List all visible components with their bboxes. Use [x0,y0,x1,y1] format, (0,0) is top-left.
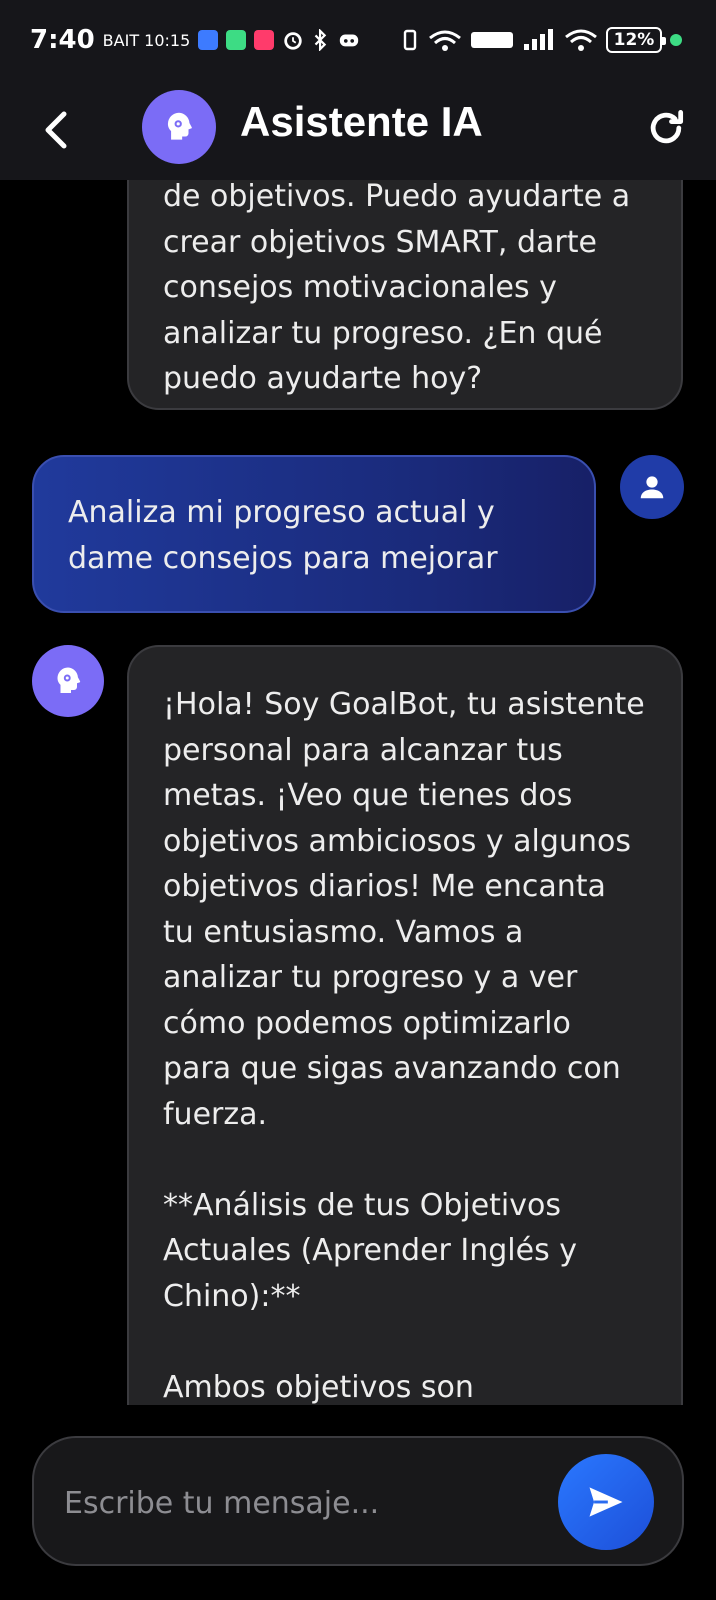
app-header: Asistente IA [0,80,716,180]
refresh-icon [650,110,684,144]
notification-media-icon [254,30,275,50]
notification-chat-icon [226,30,247,50]
battery-indicator: 12% [606,27,666,53]
notification-app-icon [198,30,219,50]
page-title: Asistente IA [240,98,483,145]
discord-icon [340,34,359,47]
refresh-button[interactable] [644,106,688,150]
send-button[interactable] [558,1454,654,1550]
status-carrier-overlay: BAIT 10:15 [102,30,191,50]
status-time: 7:40 [30,25,95,55]
assistant-avatar [142,90,216,164]
assistant-avatar [32,645,104,717]
wifi-signal-icon [429,30,461,51]
brain-head-icon [167,112,192,140]
cell-signal-icon [524,29,553,50]
message-input[interactable] [64,1468,534,1538]
user-message: Analiza mi progreso actual y dame consej… [32,455,596,613]
volte-icon [471,32,513,48]
status-right: 12% [400,27,682,53]
send-icon [589,1487,623,1517]
chat-screen: 7:40 BAIT 10:15 12% Asistente IA de obje… [0,0,716,1600]
vibrate-icon [403,29,417,51]
status-left: 7:40 BAIT 10:15 [30,25,360,55]
back-button[interactable] [38,106,74,154]
chevron-left-icon [45,111,67,149]
brain-head-icon [57,667,81,693]
alarm-icon [284,32,302,50]
wifi-icon [565,29,597,51]
assistant-message: de objetivos. Puedo ayudarte a crear obj… [127,180,683,410]
status-bar: 7:40 BAIT 10:15 12% [0,0,716,80]
person-icon [640,476,664,499]
message-composer [32,1436,684,1566]
bluetooth-icon [315,29,327,51]
assistant-message: ¡Hola! Soy GoalBot, tu asistente persona… [127,645,683,1405]
chat-messages[interactable]: de objetivos. Puedo ayudarte a crear obj… [0,180,716,1405]
privacy-dot-icon [670,34,682,46]
user-avatar [620,455,684,519]
